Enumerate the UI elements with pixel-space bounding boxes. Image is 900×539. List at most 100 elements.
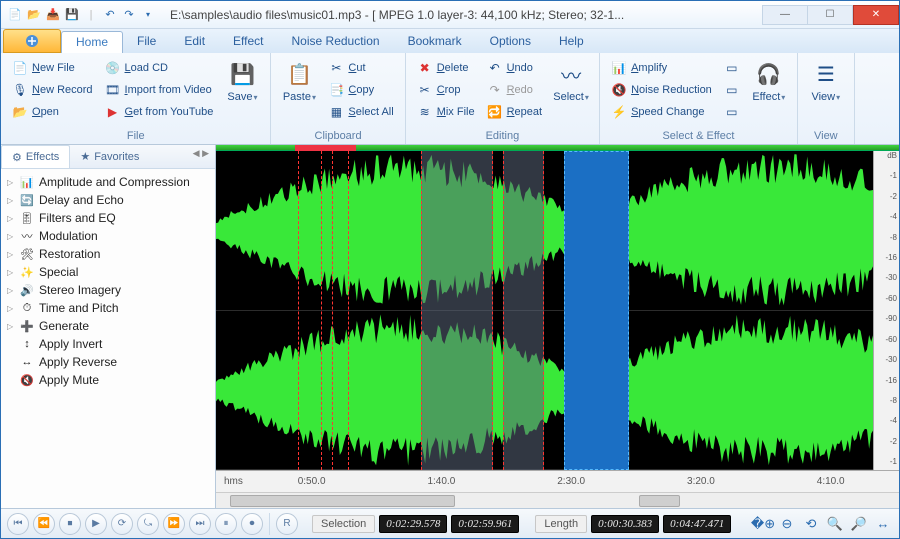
new-record-button[interactable]: 🎙New Record [9, 79, 96, 100]
effect-delay-and-echo[interactable]: ▷🔄Delay and Echo [3, 191, 213, 209]
mix-file-button[interactable]: ≋Mix File [414, 101, 478, 122]
undo-button[interactable]: ↶Undo [484, 57, 545, 78]
select-button[interactable]: 〰Select▾ [551, 56, 591, 129]
ribbon: 📄New File🎙New Record📂Open 💿Load CD🎞Import… [1, 53, 899, 145]
paste-button[interactable]: 📋Paste▾ [279, 56, 319, 129]
amplify-icon: 📊 [611, 60, 627, 76]
scroll-thumb[interactable] [230, 495, 455, 507]
transport-button[interactable]: ⏮ [7, 513, 29, 535]
transport-button[interactable]: ⟳ [111, 513, 133, 535]
minimize-button[interactable]: — [762, 5, 808, 25]
delete-icon: ✖ [417, 60, 433, 76]
zoom-button[interactable]: ⟲ [801, 514, 821, 534]
zoom-button[interactable]: �⊕ [753, 514, 773, 534]
waveform-area[interactable]: hms 0:50.01:40.02:30.03:20.04:10.0 dB-1-… [216, 145, 899, 508]
tab-effect[interactable]: Effect [219, 31, 277, 53]
qat-undo-icon[interactable]: ↶ [102, 7, 118, 23]
transport-button[interactable]: ▶ [85, 513, 107, 535]
group-label: View [806, 129, 846, 144]
zoom-button[interactable]: ↔ [873, 514, 893, 534]
speed-change-button[interactable]: ⚡Speed Change [608, 101, 715, 122]
maximize-button[interactable]: ☐ [807, 5, 853, 25]
transport-button[interactable]: ⏪ [33, 513, 55, 535]
effect-time-and-pitch[interactable]: ▷⏱Time and Pitch [3, 299, 213, 317]
copy-button[interactable]: 📑Copy [325, 79, 396, 100]
scroll-thumb-2[interactable] [639, 495, 680, 507]
tab-bookmark[interactable]: Bookmark [394, 31, 476, 53]
channel-left[interactable] [216, 151, 899, 311]
qat-dropdown-icon[interactable]: ▾ [140, 7, 156, 23]
icon-button[interactable]: ▭ [721, 57, 743, 78]
import-from-video-button[interactable]: 🎞Import from Video [102, 79, 217, 100]
time-readout: 0:02:29.578 [379, 515, 447, 533]
zoom-button[interactable]: 🔎 [849, 514, 869, 534]
view-button[interactable]: ☰View▾ [806, 56, 846, 129]
time-tick: 4:10.0 [817, 476, 845, 487]
load-cd-button[interactable]: 💿Load CD [102, 57, 217, 78]
effect-special[interactable]: ▷✨Special [3, 263, 213, 281]
transport-button[interactable]: ⏩ [163, 513, 185, 535]
time-unit: hms [224, 476, 243, 487]
transport-button[interactable]: ⏸ [215, 513, 237, 535]
main-area: ⚙Effects★Favorites ◀ ▶ ▷📊Amplitude and Co… [1, 145, 899, 508]
crop-button[interactable]: ✂Crop [414, 79, 478, 100]
tab-options[interactable]: Options [476, 31, 545, 53]
transport-button[interactable]: ⏭ [189, 513, 211, 535]
sidebar-tab-effects[interactable]: ⚙Effects [1, 145, 70, 168]
effect-button[interactable]: 🎧Effect▾ [749, 56, 789, 129]
sidebar-tab-scroll[interactable]: ◀ ▶ [187, 145, 215, 168]
horizontal-scrollbar[interactable] [216, 492, 899, 508]
effect-apply-mute[interactable]: 🔇Apply Mute [3, 371, 213, 389]
app-menu-button[interactable] [3, 29, 61, 53]
time-readout: 0:00:30.383 [591, 515, 659, 533]
effect-filters-and-eq[interactable]: ▷🎚Filters and EQ [3, 209, 213, 227]
effect-stereo-imagery[interactable]: ▷🔊Stereo Imagery [3, 281, 213, 299]
noise-reduction-button[interactable]: 🔇Noise Reduction [608, 79, 715, 100]
effect-restoration[interactable]: ▷🛠Restoration [3, 245, 213, 263]
qat-open-icon[interactable]: 📂 [26, 7, 42, 23]
sidebar-tab-favorites[interactable]: ★Favorites [70, 145, 149, 168]
get-from-youtube-button[interactable]: ▶Get from YouTube [102, 101, 217, 122]
delete-button[interactable]: ✖Delete [414, 57, 478, 78]
close-button[interactable]: ✕ [853, 5, 899, 25]
repeat-button[interactable]: 🔁Repeat [484, 101, 545, 122]
effect-apply-invert[interactable]: ↕Apply Invert [3, 335, 213, 353]
crop-icon: ✂ [417, 82, 433, 98]
qat-save-icon[interactable]: 💾 [64, 7, 80, 23]
zoom-button[interactable]: 🔍 [825, 514, 845, 534]
db-tick: -1 [890, 457, 897, 466]
time-tick: 2:30.0 [557, 476, 585, 487]
tab-edit[interactable]: Edit [170, 31, 219, 53]
transport-button[interactable]: ⤿ [137, 513, 159, 535]
select-all-button[interactable]: ▦Select All [325, 101, 396, 122]
channel-right[interactable] [216, 311, 899, 471]
qat-new-icon[interactable]: 📄 [7, 7, 23, 23]
new-file-button[interactable]: 📄New File [9, 57, 96, 78]
icon-button[interactable]: ▭ [721, 101, 743, 122]
group-label: Editing [414, 129, 591, 144]
effect-amplitude-and-compression[interactable]: ▷📊Amplitude and Compression [3, 173, 213, 191]
tab-help[interactable]: Help [545, 31, 598, 53]
record-toggle[interactable]: R [276, 513, 298, 535]
transport-button[interactable]: ⏺ [241, 513, 263, 535]
effect-icon: 📊 [19, 174, 35, 190]
channels[interactable] [216, 151, 899, 470]
cut-button[interactable]: ✂Cut [325, 57, 396, 78]
zoom-button[interactable]: ⊖ [777, 514, 797, 534]
icon-button[interactable]: ▭ [721, 79, 743, 100]
db-scale: dB-1-2-4-8-16-30-60-90-60-30-16-8-4-2-1 [873, 151, 899, 470]
db-tick: -16 [885, 376, 897, 385]
tab-noise-reduction[interactable]: Noise Reduction [278, 31, 394, 53]
tab-home[interactable]: Home [61, 31, 123, 53]
save-button[interactable]: 💾Save▾ [222, 56, 262, 129]
effect-apply-reverse[interactable]: ↔Apply Reverse [3, 353, 213, 371]
open-button[interactable]: 📂Open [9, 101, 96, 122]
qat-redo-icon[interactable]: ↷ [121, 7, 137, 23]
transport-button[interactable]: ⏹ [59, 513, 81, 535]
tab-file[interactable]: File [123, 31, 170, 53]
effect-modulation[interactable]: ▷〰Modulation [3, 227, 213, 245]
new-record-icon: 🎙 [12, 82, 28, 98]
amplify-button[interactable]: 📊Amplify [608, 57, 715, 78]
effect-generate[interactable]: ▷➕Generate [3, 317, 213, 335]
qat-import-icon[interactable]: 📥 [45, 7, 61, 23]
